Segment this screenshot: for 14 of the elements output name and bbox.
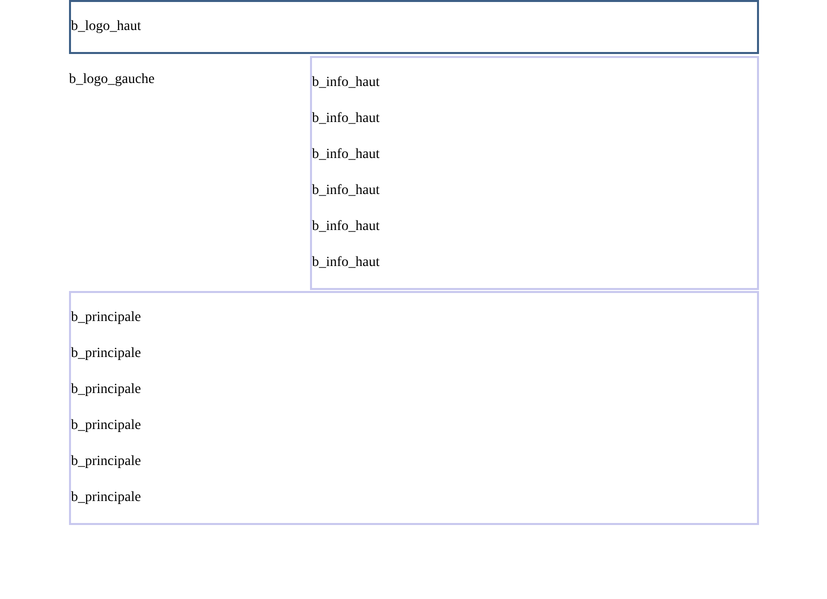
panel-text: b_principale bbox=[71, 309, 142, 327]
left-column-text: b_logo_gauche bbox=[69, 72, 155, 87]
panel-text: b_info_haut bbox=[312, 182, 381, 200]
header-text: b_logo_haut bbox=[71, 19, 141, 35]
panel-text: b_principale bbox=[71, 417, 142, 435]
panel-text: b_info_haut bbox=[312, 254, 381, 272]
panel-text: b_principale bbox=[71, 453, 142, 471]
panel-text: b_info_haut bbox=[312, 110, 381, 128]
panel-text: b_principale bbox=[71, 489, 142, 507]
panel-text: b_info_haut bbox=[312, 146, 381, 164]
panel-text: b_principale bbox=[71, 381, 142, 399]
panel-text: b_principale bbox=[71, 345, 142, 363]
panel-text: b_info_haut bbox=[312, 74, 381, 92]
panel-text: b_info_haut bbox=[312, 218, 381, 236]
